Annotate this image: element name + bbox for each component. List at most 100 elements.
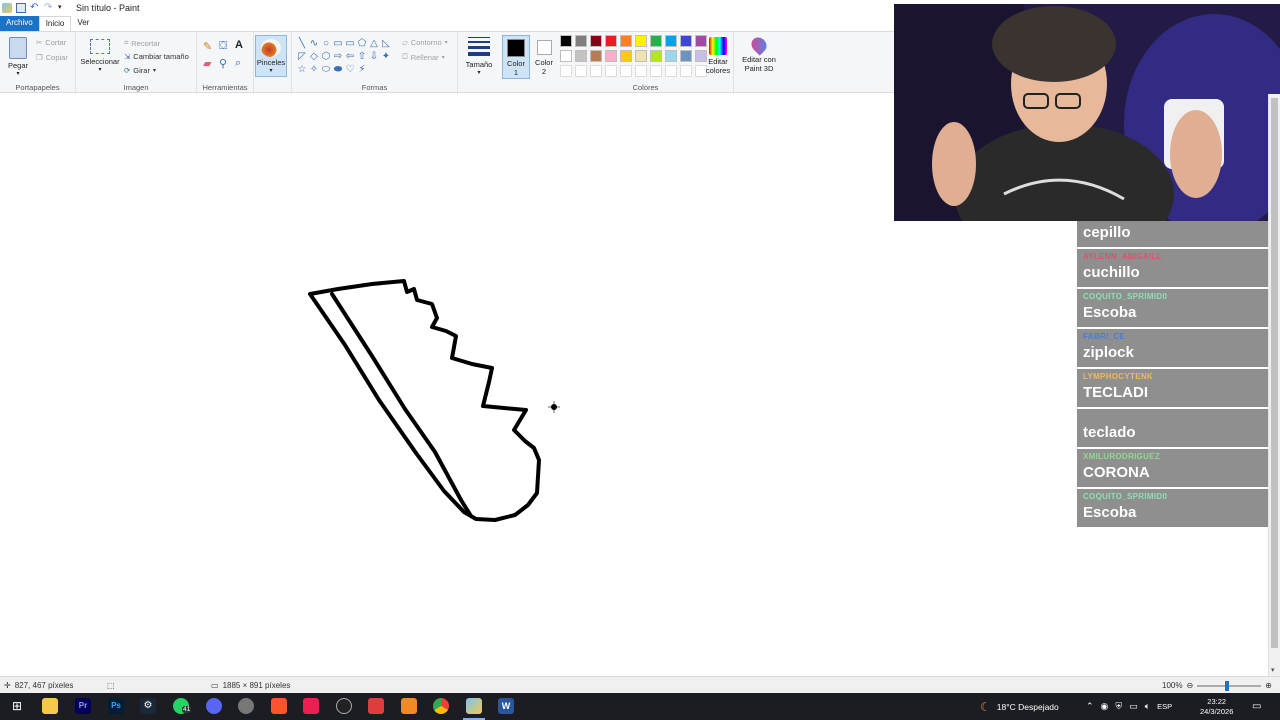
resize-button[interactable]: ⇲ Cambiar tamaño xyxy=(124,52,189,61)
text-tool-icon[interactable]: A xyxy=(235,39,243,51)
palette-color-swatch[interactable] xyxy=(575,50,587,62)
outline-button[interactable]: ▱ Contorno ▾ xyxy=(402,38,448,47)
palette-custom-slot[interactable] xyxy=(650,65,662,77)
chrome-icon[interactable] xyxy=(433,698,449,714)
zoom-slider[interactable] xyxy=(1197,680,1262,691)
palette-color-swatch[interactable] xyxy=(590,50,602,62)
shape-left-triangle[interactable]: ◸ xyxy=(296,50,308,63)
shape-triangle[interactable]: △ xyxy=(368,37,380,50)
tiktok-icon[interactable] xyxy=(303,698,319,714)
premiere-icon[interactable]: Pr xyxy=(75,698,91,714)
palette-color-swatch[interactable] xyxy=(560,50,572,62)
crop-button[interactable]: ⌗ Recortar xyxy=(124,38,160,48)
zoom-slider-thumb[interactable] xyxy=(1225,680,1230,691)
tab-archivo[interactable]: Archivo xyxy=(0,16,39,31)
shape-rounded-rectangle[interactable]: ▭ xyxy=(344,37,356,50)
palette-color-swatch[interactable] xyxy=(575,35,587,47)
whatsapp-icon[interactable]: 41 xyxy=(173,698,192,714)
cut-button[interactable]: ✂ Cortar xyxy=(36,38,66,47)
save-icon[interactable] xyxy=(16,3,26,13)
shape-six-point-star[interactable]: ✧ xyxy=(308,63,320,76)
palette-color-swatch[interactable] xyxy=(665,35,677,47)
brave-icon[interactable] xyxy=(271,698,287,714)
palette-color-swatch[interactable] xyxy=(590,35,602,47)
windows-start-icon[interactable]: ⊞ xyxy=(9,698,25,714)
select-button[interactable]: Seleccionar ▾ xyxy=(79,37,121,73)
palette-color-swatch[interactable] xyxy=(650,50,662,62)
security-icon[interactable]: ⛨ xyxy=(1115,701,1122,712)
shape-heart[interactable]: ♡ xyxy=(344,63,356,76)
weather-widget[interactable]: ☾ 18°C Despejado xyxy=(980,693,1059,720)
network-icon[interactable]: ▭ xyxy=(1129,701,1138,712)
palette-color-swatch[interactable] xyxy=(650,35,662,47)
zoom-in-icon[interactable]: ⊕ xyxy=(1265,681,1272,690)
fill-bucket-icon[interactable]: ⛋ xyxy=(219,40,227,53)
palette-custom-slot[interactable] xyxy=(620,65,632,77)
shape-rectangle[interactable]: ▭ xyxy=(332,37,344,50)
paint-app-icon[interactable] xyxy=(466,698,482,714)
palette-custom-slot[interactable] xyxy=(665,65,677,77)
tab-ver[interactable]: Ver xyxy=(71,16,95,31)
notifications-icon[interactable]: ▭ xyxy=(1252,693,1261,720)
palette-color-swatch[interactable] xyxy=(620,50,632,62)
palette-color-swatch[interactable] xyxy=(605,35,617,47)
palette-color-swatch[interactable] xyxy=(680,50,692,62)
palette-color-swatch[interactable] xyxy=(665,50,677,62)
pencil-icon[interactable]: ✎ xyxy=(203,40,212,53)
magnifier-icon[interactable]: ⌕ xyxy=(235,57,241,70)
shape-lightning[interactable]: ⚡ xyxy=(356,63,368,76)
brushes-button[interactable]: Pinceles ▾ xyxy=(255,35,287,77)
clock[interactable]: 23:22 24/3/2026 xyxy=(1200,693,1233,720)
file-explorer-icon[interactable] xyxy=(42,698,58,714)
record-icon[interactable]: ◉ xyxy=(1101,701,1109,712)
palette-color-swatch[interactable] xyxy=(635,35,647,47)
palette-custom-slot[interactable] xyxy=(605,65,617,77)
obs-icon[interactable] xyxy=(238,698,254,714)
palette-color-swatch[interactable] xyxy=(620,35,632,47)
shape-right-arrow[interactable]: ⇨ xyxy=(332,50,344,63)
shape-down-arrow[interactable]: ⇩ xyxy=(368,50,380,63)
eraser-icon[interactable]: ▰ xyxy=(203,57,211,70)
zoom-out-icon[interactable]: ⊖ xyxy=(1186,681,1193,690)
color-picker-icon[interactable]: ⚲ xyxy=(219,57,227,70)
size-button[interactable]: Tamaño ▾ xyxy=(462,37,496,76)
tab-inicio[interactable]: Inicio xyxy=(38,16,72,31)
fl-studio-icon[interactable] xyxy=(401,698,417,714)
palette-color-swatch[interactable] xyxy=(680,35,692,47)
fill-button[interactable]: ⛋ Rellenar ▾ xyxy=(402,52,445,62)
palette-custom-slot[interactable] xyxy=(635,65,647,77)
shape-oval[interactable]: ○ xyxy=(320,37,332,50)
palette-color-swatch[interactable] xyxy=(560,35,572,47)
discord-icon[interactable] xyxy=(206,698,222,714)
shape-curve[interactable]: ∿ xyxy=(308,37,320,50)
shape-left-arrow[interactable]: ⇦ xyxy=(344,50,356,63)
shape-right-triangle[interactable]: ◺ xyxy=(380,37,392,50)
palette-custom-slot[interactable] xyxy=(560,65,572,77)
color1-button[interactable]: Color 1 xyxy=(502,35,530,79)
lang-indicator[interactable]: ESP xyxy=(1157,702,1172,711)
shape-line[interactable]: ╲ xyxy=(296,37,308,50)
vertical-scrollbar[interactable]: ▾ xyxy=(1268,94,1280,676)
palette-color-swatch[interactable] xyxy=(635,50,647,62)
rotate-button[interactable]: ⟳ Girar ▾ xyxy=(124,66,156,75)
edit-paint3d-button[interactable]: Editar con Paint 3D xyxy=(738,34,780,73)
app-icon[interactable] xyxy=(336,698,352,714)
palette-color-swatch[interactable] xyxy=(605,50,617,62)
volume-icon[interactable]: 🔈︎ xyxy=(1145,701,1150,712)
palette-custom-slot[interactable] xyxy=(590,65,602,77)
scrollbar-thumb[interactable] xyxy=(1271,98,1278,648)
shape-hexagon[interactable]: ⬡ xyxy=(320,50,332,63)
shape-callout-rounded[interactable]: ⬭ xyxy=(320,63,332,76)
shape-four-point-star[interactable]: ✦ xyxy=(380,50,392,63)
edit-colors-button[interactable]: Editar colores xyxy=(703,37,733,75)
word-icon[interactable]: W xyxy=(498,698,514,714)
shape-diamond[interactable]: ◇ xyxy=(308,50,320,63)
steam-icon[interactable]: ⚙ xyxy=(140,698,156,714)
recorder-icon[interactable] xyxy=(368,698,384,714)
copy-button[interactable]: ❐ Copiar xyxy=(36,53,68,62)
palette-custom-slot[interactable] xyxy=(575,65,587,77)
shape-five-point-star[interactable]: ☆ xyxy=(296,63,308,76)
chevron-up-icon[interactable]: ⌃ xyxy=(1086,701,1094,712)
shape-up-arrow[interactable]: ⇧ xyxy=(356,50,368,63)
photoshop-icon[interactable]: Ps xyxy=(108,698,124,714)
